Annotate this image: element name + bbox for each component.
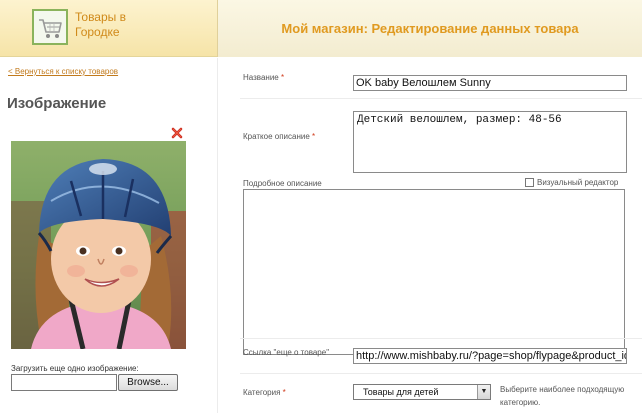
short-description-textarea[interactable]: Детский велошлем, размер: 48-56 — [353, 111, 627, 173]
name-label: Название * — [243, 73, 284, 82]
visual-editor-checkbox[interactable] — [525, 178, 534, 187]
full-description-textarea[interactable] — [243, 189, 625, 355]
category-selected-value: Товары для детей — [363, 387, 439, 397]
name-label-text: Название — [243, 73, 279, 82]
row-divider — [240, 98, 642, 99]
image-sidebar: < Вернуться к списку товаров Изображение — [0, 58, 217, 413]
short-description-label-text: Краткое описание — [243, 132, 310, 141]
logo-text: Товары в Городке — [75, 10, 155, 40]
category-label: Категория * — [243, 388, 286, 397]
upload-row: Browse... — [11, 374, 178, 391]
page-header: Товары в Городке Мой магазин: Редактиров… — [0, 0, 642, 57]
browse-button[interactable]: Browse... — [118, 374, 178, 391]
full-description-label: Подробное описание — [243, 179, 322, 188]
category-label-text: Категория — [243, 388, 281, 397]
logo[interactable]: Товары в Городке — [0, 0, 217, 57]
required-mark: * — [282, 388, 286, 397]
product-name-input[interactable]: OK baby Велошлем Sunny — [353, 75, 627, 91]
upload-label: Загрузить еще одно изображение: — [11, 364, 139, 373]
image-heading: Изображение — [7, 95, 107, 112]
logo-line1: Товары в — [75, 10, 126, 24]
chevron-down-icon[interactable]: ▼ — [477, 385, 490, 399]
visual-editor-toggle[interactable]: Визуальный редактор — [525, 178, 618, 187]
logo-line2: Городке — [75, 25, 120, 39]
category-hint: Выберите наиболее подходящую категорию. — [500, 385, 625, 407]
product-edit-form: Название * OK baby Велошлем Sunny Кратко… — [218, 58, 642, 413]
required-mark: * — [312, 132, 316, 141]
delete-icon[interactable] — [171, 126, 183, 139]
back-to-products-link[interactable]: < Вернуться к списку товаров — [8, 67, 118, 76]
row-divider — [240, 373, 642, 374]
product-image — [11, 141, 186, 349]
more-link-label: Ссылка "еще о товаре" — [243, 348, 330, 357]
page-title: Мой магазин: Редактирование данных товар… — [218, 0, 642, 57]
upload-file-input[interactable] — [11, 374, 117, 391]
more-link-input[interactable]: http://www.mishbaby.ru/?page=shop/flypag… — [353, 348, 627, 364]
category-select[interactable]: Товары для детей ▼ — [353, 384, 491, 400]
cart-icon — [32, 9, 68, 45]
short-description-label: Краткое описание * — [243, 132, 315, 141]
row-divider — [240, 338, 642, 339]
required-mark: * — [280, 73, 285, 82]
visual-editor-label: Визуальный редактор — [537, 178, 619, 187]
